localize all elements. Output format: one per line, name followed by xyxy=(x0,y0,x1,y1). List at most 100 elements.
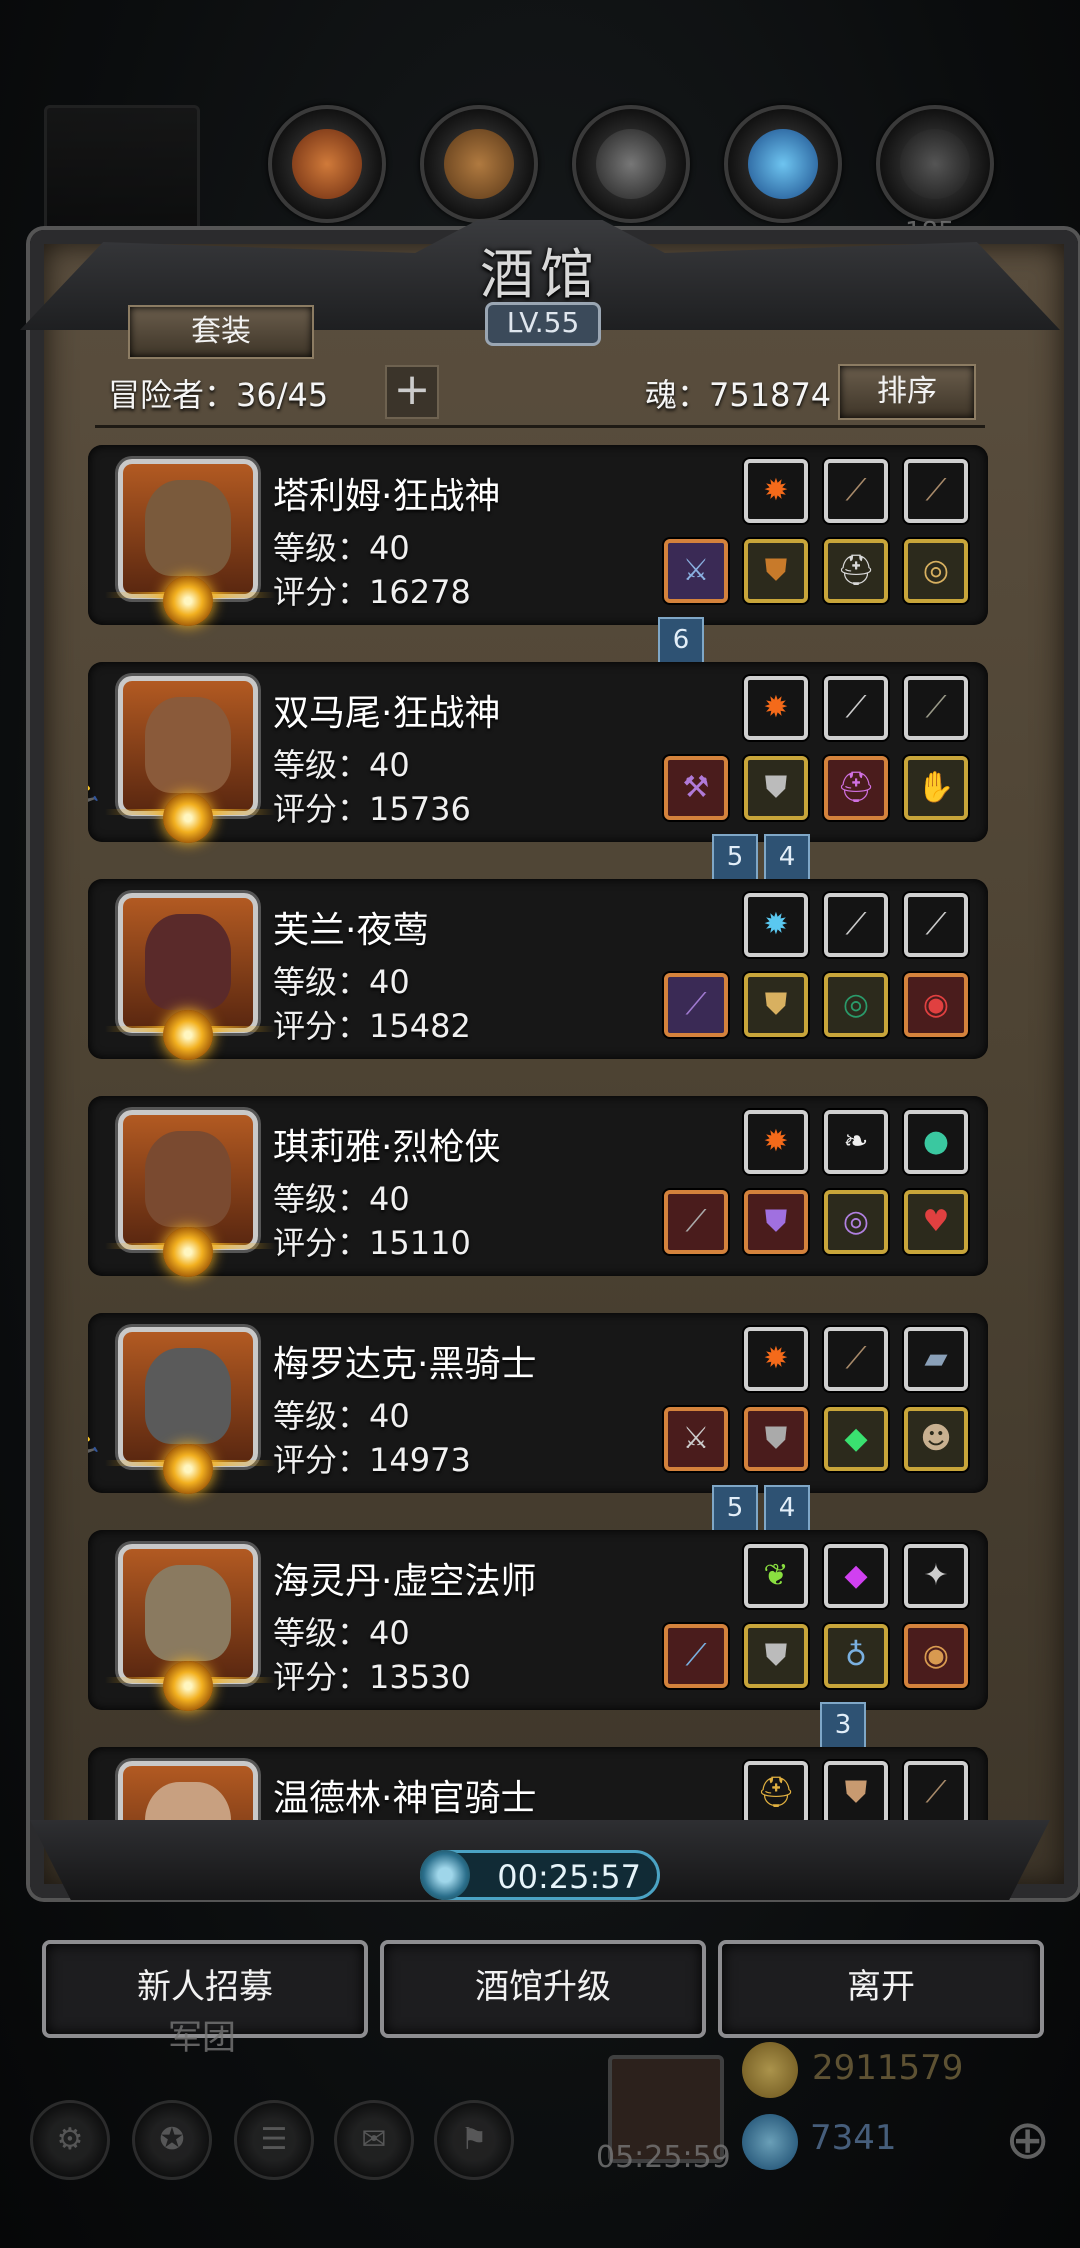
iron-resource-icon[interactable] xyxy=(572,105,690,223)
necklace-icon[interactable]: ♥ xyxy=(904,1190,968,1254)
hero-name: 塔利姆·狂战神 xyxy=(273,476,501,517)
dagger-skill-icon[interactable]: ⟋ xyxy=(824,676,888,740)
hero-level: 等级：40 xyxy=(273,746,410,784)
shield-skill-icon[interactable]: ⛊ xyxy=(824,1761,888,1825)
player-portrait[interactable] xyxy=(44,105,200,241)
hero-score: 评分：15110 xyxy=(273,1224,471,1262)
upgrade-tavern-button[interactable]: 酒馆升级 xyxy=(380,1940,706,2038)
ring-icon[interactable]: ◉ xyxy=(904,973,968,1037)
hero-score: 评分：13530 xyxy=(273,1658,471,1696)
hero-level: 等级：40 xyxy=(273,1614,410,1652)
leaf-skill-icon[interactable]: ❦ xyxy=(744,1544,808,1608)
hero-row[interactable]: 海灵丹·虚空法师 等级：40 评分：13530 ❦ ◆ ✦ ⟋ ⛊ ♁ ◉ xyxy=(88,1530,988,1711)
hero-avatar xyxy=(118,1761,258,1830)
book-skill-icon[interactable]: ▰ xyxy=(904,1327,968,1391)
helmet-icon[interactable]: ⛑ xyxy=(824,539,888,603)
emerald-icon[interactable]: ◆ xyxy=(824,1407,888,1471)
fire-skill-icon[interactable]: ✹ xyxy=(744,1327,808,1391)
hero-row[interactable]: 🏃 梅罗达克·黑骑士 等级：40 评分：14973 ✹ ⟋ ▰ ⚔ ⛊ ◆ ☻ xyxy=(88,1313,988,1494)
bracelet-icon[interactable]: ◎ xyxy=(824,1190,888,1254)
hero-score: 评分：15736 xyxy=(273,790,471,828)
outfit-button[interactable]: 套装 xyxy=(128,305,314,359)
hero-portrait xyxy=(145,697,231,793)
hero-portrait xyxy=(145,480,231,576)
gem-skill-icon[interactable]: ◆ xyxy=(824,1544,888,1608)
meat-resource-icon[interactable] xyxy=(268,105,386,223)
hero-row[interactable]: 芙兰·夜莺 等级：40 评分：15482 ✹ ⟋ ⟋ ⟋ ⛊ ◎ ◉ xyxy=(88,879,988,1060)
hero-name: 双马尾·狂战神 xyxy=(273,693,501,734)
ingot-resource-icon[interactable] xyxy=(876,105,994,223)
armor-icon[interactable]: ⛊ xyxy=(744,756,808,820)
rank-star-icon xyxy=(163,1227,213,1277)
gun-weapon-icon[interactable]: ⟋ xyxy=(664,1190,728,1254)
staff-weapon-icon[interactable]: ⟋ xyxy=(664,1624,728,1688)
fire-skill-icon[interactable]: ✹ xyxy=(744,459,808,523)
hero-avatar xyxy=(105,676,275,843)
crossbow-skill-icon[interactable]: ⟋ xyxy=(824,1327,888,1391)
hero-row[interactable]: 塔利姆·狂战神 等级：40 评分：16278 ✹ ⟋ ⟋ ⚔ ⛊ ⛑ ◎ xyxy=(88,445,988,626)
staff-skill-icon[interactable]: ⟋ xyxy=(824,893,888,957)
dagger-skill-icon[interactable]: ⟋ xyxy=(904,893,968,957)
fire-skill-icon[interactable]: ✹ xyxy=(744,676,808,740)
gold-amount: 2911579 xyxy=(812,2048,964,2088)
armor-icon[interactable]: ⛊ xyxy=(744,1624,808,1688)
armor-icon[interactable]: ⛊ xyxy=(744,1190,808,1254)
hero-row[interactable]: 琪莉雅·烈枪侠 等级：40 评分：15110 ✹ ❧ ● ⟋ ⛊ ◎ ♥ xyxy=(88,1096,988,1277)
orb-icon[interactable]: ◉ xyxy=(904,1624,968,1688)
scythe-weapon-icon[interactable]: ⚒ xyxy=(664,756,728,820)
crossbow-skill-icon[interactable]: ⟋ xyxy=(904,1761,968,1825)
mail-icon[interactable]: ✉ xyxy=(334,2100,414,2180)
helmet-icon[interactable]: ⛑ xyxy=(824,756,888,820)
ring-icon[interactable]: ◎ xyxy=(904,539,968,603)
hero-avatar xyxy=(105,459,275,626)
add-currency-button[interactable]: ⊕ xyxy=(1005,2108,1050,2171)
hero-row[interactable]: 温德林·神官骑士 ⛑ ⛊ ⟋ xyxy=(88,1747,988,1830)
crossbow-skill-icon[interactable]: ⟋ xyxy=(904,459,968,523)
rank-star-icon xyxy=(163,1661,213,1711)
spear-weapon-icon[interactable]: ⟋ xyxy=(664,973,728,1037)
quest-icon[interactable]: ☰ xyxy=(234,2100,314,2180)
legion-label: 军团 xyxy=(168,2018,236,2058)
axe-weapon-icon[interactable]: ⚔ xyxy=(664,539,728,603)
amulet-icon[interactable]: ♁ xyxy=(824,1624,888,1688)
rank-star-icon xyxy=(163,576,213,626)
hero-list[interactable]: 塔利姆·狂战神 等级：40 评分：16278 ✹ ⟋ ⟋ ⚔ ⛊ ⛑ ◎ 6 🏃… xyxy=(88,445,988,1830)
add-capacity-button[interactable]: + xyxy=(385,365,439,419)
bracelet-icon[interactable]: ◎ xyxy=(824,973,888,1037)
armor-icon[interactable]: ⛊ xyxy=(744,973,808,1037)
runner-icon: 🏃 xyxy=(88,1423,104,1463)
gem-amount: 7341 xyxy=(810,2118,897,2158)
hero-row[interactable]: 🏃 双马尾·狂战神 等级：40 评分：15736 ✹ ⟋ ⟋ ⚒ ⛊ ⛑ ✋ xyxy=(88,662,988,843)
achievement-icon[interactable]: ✪ xyxy=(132,2100,212,2180)
tavern-level-badge: LV.55 xyxy=(485,302,601,346)
gauntlet-icon[interactable]: ✋ xyxy=(904,756,968,820)
leave-button[interactable]: 离开 xyxy=(718,1940,1044,2038)
hero-portrait xyxy=(145,914,231,1010)
sort-button[interactable]: 排序 xyxy=(838,364,976,420)
hero-level: 等级：40 xyxy=(273,529,410,567)
soul-count: 魂：751874 xyxy=(645,376,832,414)
hero-level: 等级：40 xyxy=(273,1397,410,1435)
feather-skill-icon[interactable]: ⟋ xyxy=(904,676,968,740)
adventurer-count: 冒险者：36/45 xyxy=(108,376,329,414)
wood-resource-icon[interactable] xyxy=(420,105,538,223)
helm-skill-icon[interactable]: ⛑ xyxy=(744,1761,808,1825)
armor-icon[interactable]: ⛊ xyxy=(744,1407,808,1471)
hero-score: 评分：16278 xyxy=(273,573,471,611)
wing-skill-icon[interactable]: ❧ xyxy=(824,1110,888,1174)
mask-icon[interactable]: ☻ xyxy=(904,1407,968,1471)
guild-icon[interactable]: ⚑ xyxy=(434,2100,514,2180)
settings-icon[interactable]: ⚙ xyxy=(30,2100,110,2180)
jade-skill-icon[interactable]: ● xyxy=(904,1110,968,1174)
sword-weapon-icon[interactable]: ⚔ xyxy=(664,1407,728,1471)
hero-portrait xyxy=(145,1565,231,1661)
hero-name: 温德林·神官骑士 xyxy=(273,1778,537,1819)
crossbow-skill-icon[interactable]: ⟋ xyxy=(824,459,888,523)
ice-skill-icon[interactable]: ✹ xyxy=(744,893,808,957)
armor-icon[interactable]: ⛊ xyxy=(744,539,808,603)
fire-skill-icon[interactable]: ✹ xyxy=(744,1110,808,1174)
rank-star-icon xyxy=(163,1010,213,1060)
page-title: 酒馆 xyxy=(480,243,600,306)
rune-skill-icon[interactable]: ✦ xyxy=(904,1544,968,1608)
crystal-resource-icon[interactable] xyxy=(724,105,842,223)
